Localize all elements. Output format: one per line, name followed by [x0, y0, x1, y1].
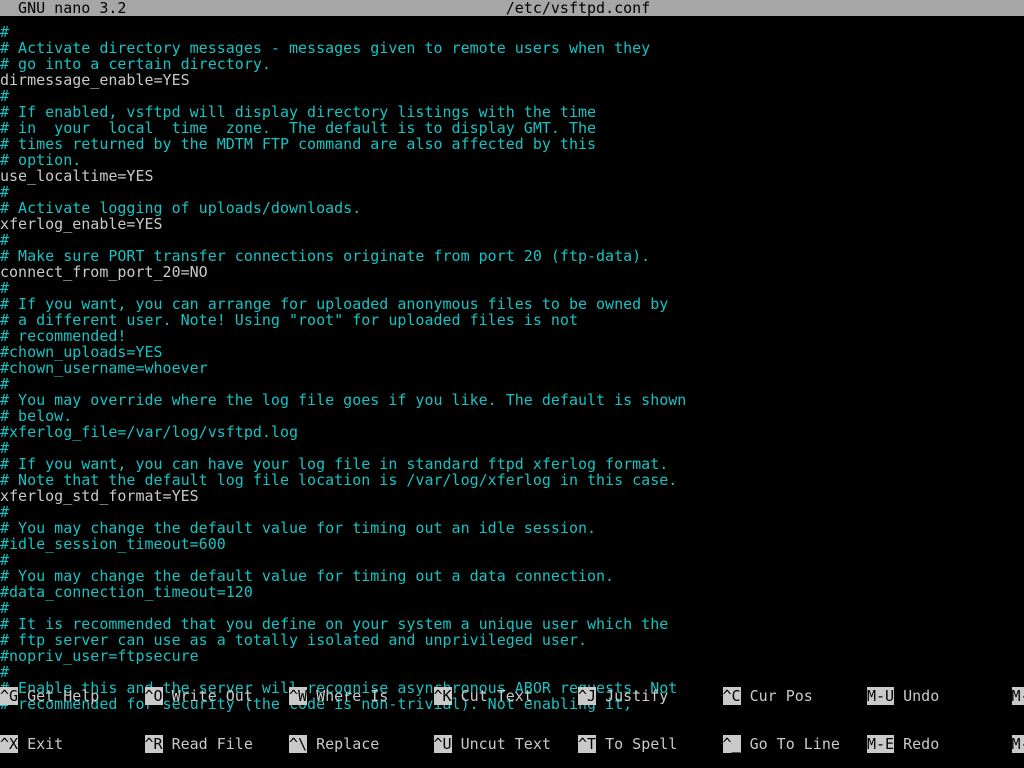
shortcut-key[interactable]: ^T — [578, 735, 596, 753]
editor-line: # Make sure PORT transfer connections or… — [0, 248, 1024, 264]
editor-line: xferlog_std_format=YES — [0, 488, 1024, 504]
editor-line: # in your local time zone. The default i… — [0, 120, 1024, 136]
editor-line: # — [0, 88, 1024, 104]
shortcut-label: Undo — [894, 687, 1011, 705]
shortcut-row-2: ^X Exit ^R Read File ^\ Replace ^U Uncut… — [0, 736, 1024, 752]
shortcut-key[interactable]: ^J — [578, 687, 596, 705]
shortcut-label: Cur Pos — [741, 687, 867, 705]
shortcut-label: Replace — [307, 735, 433, 753]
shortcut-bar: ^G Get Help ^O Write Out ^W Where Is ^K … — [0, 656, 1024, 768]
shortcut-label: Get Help — [18, 687, 144, 705]
editor-line: connect_from_port_20=NO — [0, 264, 1024, 280]
editor-line: # If enabled, vsftpd will display direct… — [0, 104, 1024, 120]
app-name: GNU nano 3.2 — [0, 0, 126, 17]
shortcut-row-1: ^G Get Help ^O Write Out ^W Where Is ^K … — [0, 688, 1024, 704]
editor-line: #data_connection_timeout=120 — [0, 584, 1024, 600]
title-bar: GNU nano 3.2 /etc/vsftpd.conf — [0, 0, 1024, 16]
editor-line: xferlog_enable=YES — [0, 216, 1024, 232]
editor-line: # — [0, 184, 1024, 200]
editor-line: #xferlog_file=/var/log/vsftpd.log — [0, 424, 1024, 440]
editor-line: # a different user. Note! Using "root" f… — [0, 312, 1024, 328]
editor-line: dirmessage_enable=YES — [0, 72, 1024, 88]
shortcut-key[interactable]: ^C — [723, 687, 741, 705]
shortcut-label: To Spell — [596, 735, 722, 753]
shortcut-key[interactable]: ^W — [289, 687, 307, 705]
editor-line: # ftp server can use as a totally isolat… — [0, 632, 1024, 648]
shortcut-key[interactable]: ^R — [145, 735, 163, 753]
shortcut-key[interactable]: ^G — [0, 687, 18, 705]
editor-line: # — [0, 280, 1024, 296]
editor-line: # If you want, you can have your log fil… — [0, 456, 1024, 472]
editor-line: # Activate logging of uploads/downloads. — [0, 200, 1024, 216]
editor-line: # If you want, you can arrange for uploa… — [0, 296, 1024, 312]
editor-line: # Note that the default log file locatio… — [0, 472, 1024, 488]
editor-line: #chown_uploads=YES — [0, 344, 1024, 360]
editor-line: # go into a certain directory. — [0, 56, 1024, 72]
shortcut-key[interactable]: ^K — [434, 687, 452, 705]
shortcut-label: Uncut Text — [452, 735, 578, 753]
shortcut-key[interactable]: M-6 — [1012, 735, 1024, 753]
shortcut-key[interactable]: M-E — [867, 735, 894, 753]
editor-line: # — [0, 24, 1024, 40]
shortcut-label: Cut Text — [452, 687, 578, 705]
editor-line: # — [0, 504, 1024, 520]
editor-line: # Activate directory messages - messages… — [0, 40, 1024, 56]
shortcut-label: Justify — [596, 687, 722, 705]
shortcut-label: Write Out — [163, 687, 289, 705]
shortcut-label: Redo — [894, 735, 1011, 753]
editor-line: # below. — [0, 408, 1024, 424]
editor-line: # — [0, 232, 1024, 248]
shortcut-label: Exit — [18, 735, 144, 753]
editor-line: #idle_session_timeout=600 — [0, 536, 1024, 552]
shortcut-key[interactable]: M-U — [867, 687, 894, 705]
editor-line: # You may change the default value for t… — [0, 520, 1024, 536]
file-path: /etc/vsftpd.conf — [506, 0, 651, 17]
shortcut-label: Go To Line — [741, 735, 867, 753]
editor-line: # recommended! — [0, 328, 1024, 344]
shortcut-key[interactable]: M-A — [1012, 687, 1024, 705]
editor-line: # — [0, 600, 1024, 616]
shortcut-label: Where Is — [307, 687, 433, 705]
editor-line: # — [0, 440, 1024, 456]
shortcut-key[interactable]: ^U — [434, 735, 452, 753]
shortcut-key[interactable]: ^X — [0, 735, 18, 753]
editor-line: # — [0, 376, 1024, 392]
editor-line: # It is recommended that you define on y… — [0, 616, 1024, 632]
editor-content[interactable]: ## Activate directory messages - message… — [0, 16, 1024, 712]
shortcut-key[interactable]: ^\ — [289, 735, 307, 753]
editor-line: # You may override where the log file go… — [0, 392, 1024, 408]
editor-line: # — [0, 552, 1024, 568]
editor-line: # option. — [0, 152, 1024, 168]
editor-line: #chown_username=whoever — [0, 360, 1024, 376]
shortcut-key[interactable]: ^O — [145, 687, 163, 705]
editor-line: use_localtime=YES — [0, 168, 1024, 184]
editor-line: # times returned by the MDTM FTP command… — [0, 136, 1024, 152]
editor-line: # You may change the default value for t… — [0, 568, 1024, 584]
shortcut-label: Read File — [163, 735, 289, 753]
shortcut-key[interactable]: ^_ — [723, 735, 741, 753]
